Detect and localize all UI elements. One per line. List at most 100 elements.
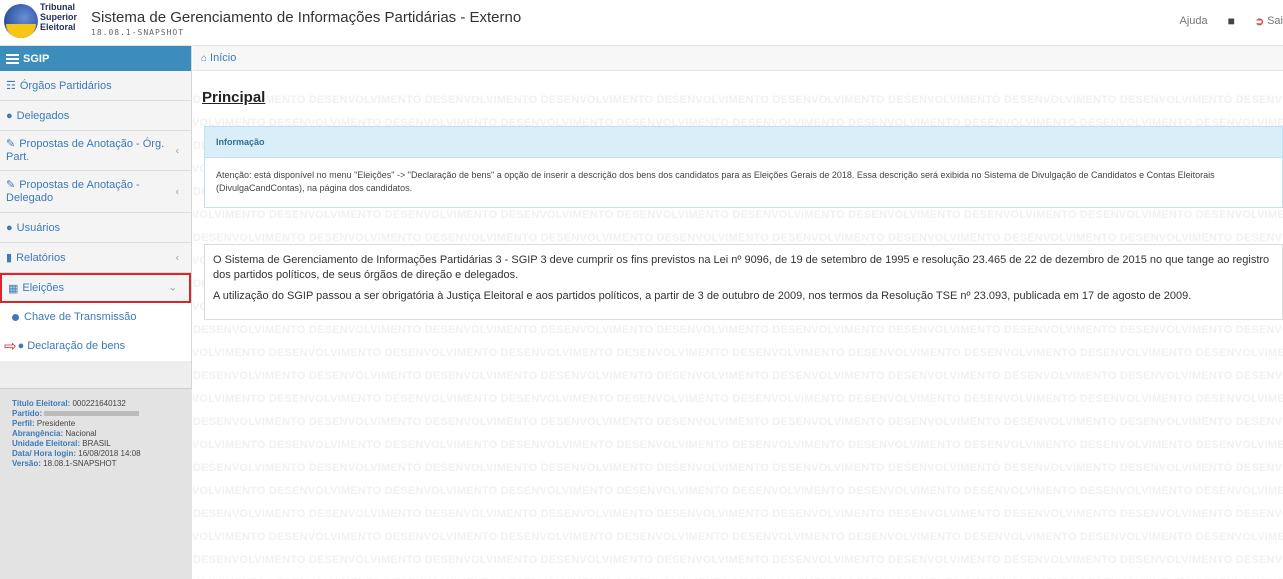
- unidade-value: BRASIL: [82, 439, 111, 448]
- users-icon: ●: [6, 109, 13, 122]
- description-paragraph-1: O Sistema de Gerenciamento de Informaçõe…: [213, 254, 1270, 281]
- edit-icon: ✎: [6, 178, 16, 191]
- watermark-row: DESENVOLVIMENTO DESENVOLVIMENTO DESENVOL…: [193, 462, 1283, 474]
- circle-icon: [12, 313, 19, 321]
- perfil-value: Presidente: [36, 419, 76, 428]
- watermark-row: DESENVOLVIMENTO DESENVOLVIMENTO DESENVOL…: [193, 508, 1283, 520]
- data-label: Data/ Hora login:: [12, 449, 77, 458]
- user-titulo: Título Eleitoral: 000221640132: [12, 399, 192, 409]
- sitemap-icon: ☶: [6, 80, 16, 92]
- calendar-icon: ▦: [8, 282, 19, 295]
- watermark-row: DESENVOLVIMENTO DESENVOLVIMENTO DESENVOL…: [193, 485, 1283, 497]
- abrangencia-value: Nacional: [65, 429, 97, 438]
- sidebar-item-label: Órgãos Partidários: [19, 79, 112, 92]
- sidebar-item-propostas-delegado[interactable]: ✎ Propostas de Anotação - Delegado ‹: [0, 171, 191, 213]
- partido-redacted: [44, 411, 140, 417]
- titulo-label: Título Eleitoral:: [12, 399, 71, 408]
- page-title: Principal: [202, 89, 268, 106]
- watermark-row: DESENVOLVIMENTO DESENVOLVIMENTO DESENVOL…: [193, 324, 1283, 336]
- user-abrangencia: Abrangência: Nacional: [12, 429, 192, 439]
- sidebar-item-label: Usuários: [16, 221, 61, 234]
- user-icon[interactable]: ■: [1228, 14, 1235, 28]
- info-panel-text: Atenção: está disponível no menu "Eleiçõ…: [216, 170, 1215, 193]
- user-versao: Versão: 18.08.1-SNAPSHOT: [12, 459, 192, 469]
- main-content: DESENVOLVIMENTO DESENVOLVIMENTO DESENVOL…: [193, 72, 1283, 579]
- sidebar-item-label-wrap: ✎ Propostas de Anotação - Delegado: [6, 179, 171, 205]
- user-info-panel: Título Eleitoral: 000221640132 Partido: …: [0, 388, 192, 579]
- header-actions: Ajuda ■ ➲ Sai: [1179, 14, 1283, 28]
- user-data-login: Data/ Hora login: 16/08/2018 14:08: [12, 449, 192, 459]
- watermark-row: DESENVOLVIMENTO DESENVOLVIMENTO DESENVOL…: [193, 209, 1283, 221]
- sidebar-item-orgaos[interactable]: ☶ Órgãos Partidários: [0, 71, 191, 101]
- titulo-value: 000221640132: [72, 399, 126, 408]
- user-partido: Partido:: [12, 409, 192, 419]
- logout-label: Sai: [1267, 15, 1283, 27]
- sidebar-item-relatorios[interactable]: ▮ Relatórios ‹: [0, 243, 191, 273]
- data-value: 16/08/2018 14:08: [78, 449, 141, 458]
- sidebar-item-label: Relatórios: [16, 251, 66, 264]
- red-arrow-icon: ⇨: [4, 338, 17, 355]
- logout-link[interactable]: ➲ Sai: [1255, 15, 1283, 28]
- watermark-row: DESENVOLVIMENTO DESENVOLVIMENTO DESENVOL…: [193, 370, 1283, 382]
- edit-icon: ✎: [6, 137, 16, 150]
- sidebar-header[interactable]: SGIP: [0, 46, 191, 71]
- chevron-left-icon: ‹: [175, 252, 179, 263]
- abrangencia-label: Abrangência:: [12, 429, 64, 438]
- logo-text: Tribunal Superior Eleitoral: [40, 2, 77, 32]
- sidebar-item-label: Delegados: [16, 109, 70, 122]
- sidebar-item-usuarios[interactable]: ● Usuários: [0, 213, 191, 243]
- versao-value: 18.08.1-SNAPSHOT: [43, 459, 117, 468]
- logo-line-2: Superior: [40, 12, 78, 22]
- home-icon: ⌂: [201, 52, 208, 64]
- breadcrumb-home-link[interactable]: Início: [210, 52, 236, 64]
- sidebar-subitem-chave-transmissao[interactable]: Chave de Transmissão: [0, 303, 191, 331]
- logo-line-3: Eleitoral: [40, 22, 76, 32]
- sidebar-subitem-label: Chave de Transmissão: [24, 311, 137, 323]
- sidebar-item-propostas-org[interactable]: ✎ Propostas de Anotação - Órg. Part. ‹: [0, 131, 191, 171]
- description-paragraph-2: A utilização do SGIP passou a ser obriga…: [213, 290, 1192, 302]
- logo-line-1: Tribunal: [40, 2, 76, 12]
- users-icon: ●: [6, 221, 13, 234]
- tse-logo: Tribunal Superior Eleitoral: [4, 2, 92, 42]
- chevron-down-icon: ⌄: [168, 282, 177, 294]
- watermark-row: DESENVOLVIMENTO DESENVOLVIMENTO DESENVOL…: [193, 232, 1283, 244]
- user-unidade: Unidade Eleitoral: BRASIL: [12, 439, 192, 449]
- info-panel: Informação Atenção: está disponível no m…: [204, 126, 1283, 208]
- help-link[interactable]: Ajuda: [1179, 15, 1207, 27]
- watermark-row: DESENVOLVIMENTO DESENVOLVIMENTO DESENVOL…: [193, 439, 1283, 451]
- sidebar-item-label-wrap: ✎ Propostas de Anotação - Órg. Part.: [6, 138, 171, 164]
- menu-icon[interactable]: [6, 52, 19, 66]
- app-title: Sistema de Gerenciamento de Informações …: [91, 9, 522, 26]
- user-perfil: Perfil: Presidente: [12, 419, 192, 429]
- sign-out-icon: ➲: [1254, 15, 1265, 28]
- sidebar-item-label: Eleições: [22, 282, 64, 294]
- sidebar-item-eleicoes[interactable]: ▦ Eleições ⌄: [0, 273, 191, 303]
- partido-label: Partido:: [12, 409, 43, 418]
- versao-label: Versão:: [12, 459, 41, 468]
- description-panel: O Sistema de Gerenciamento de Informaçõe…: [204, 244, 1283, 320]
- logo-arc: [6, 24, 36, 38]
- watermark-row: DESENVOLVIMENTO DESENVOLVIMENTO DESENVOL…: [193, 554, 1283, 566]
- watermark-row: DESENVOLVIMENTO DESENVOLVIMENTO DESENVOL…: [193, 393, 1283, 405]
- chevron-left-icon: ‹: [175, 145, 179, 156]
- top-header: Tribunal Superior Eleitoral Sistema de G…: [0, 0, 1283, 46]
- sidebar-subitem-label: Declaração de bens: [27, 340, 126, 352]
- unidade-label: Unidade Eleitoral:: [12, 439, 81, 448]
- chevron-left-icon: ‹: [175, 186, 179, 197]
- watermark-row: DESENVOLVIMENTO DESENVOLVIMENTO DESENVOL…: [193, 416, 1283, 428]
- watermark-row: DESENVOLVIMENTO DESENVOLVIMENTO DESENVOL…: [193, 531, 1283, 543]
- watermark-row: DESENVOLVIMENTO DESENVOLVIMENTO DESENVOL…: [193, 94, 1283, 106]
- perfil-label: Perfil:: [12, 419, 35, 428]
- app-version: 18.08.1-SNAPSHOT: [91, 28, 185, 37]
- users-icon: ●: [17, 340, 25, 352]
- sidebar-title: SGIP: [23, 52, 50, 65]
- sidebar: SGIP ☶ Órgãos Partidários ● Delegados ✎ P…: [0, 46, 192, 579]
- bar-chart-icon: ▮: [6, 252, 13, 264]
- sidebar-subitem-declaracao-bens[interactable]: ⇨ ● Declaração de bens: [0, 331, 191, 361]
- sidebar-item-delegados[interactable]: ● Delegados: [0, 101, 191, 131]
- info-panel-heading: Informação: [205, 127, 1282, 158]
- watermark-row: DESENVOLVIMENTO DESENVOLVIMENTO DESENVOL…: [193, 347, 1283, 359]
- sidebar-item-label: Propostas de Anotação - Órg. Part.: [6, 137, 165, 163]
- breadcrumb: ⌂ Início: [193, 46, 1283, 71]
- sidebar-item-label: Propostas de Anotação - Delegado: [6, 178, 140, 204]
